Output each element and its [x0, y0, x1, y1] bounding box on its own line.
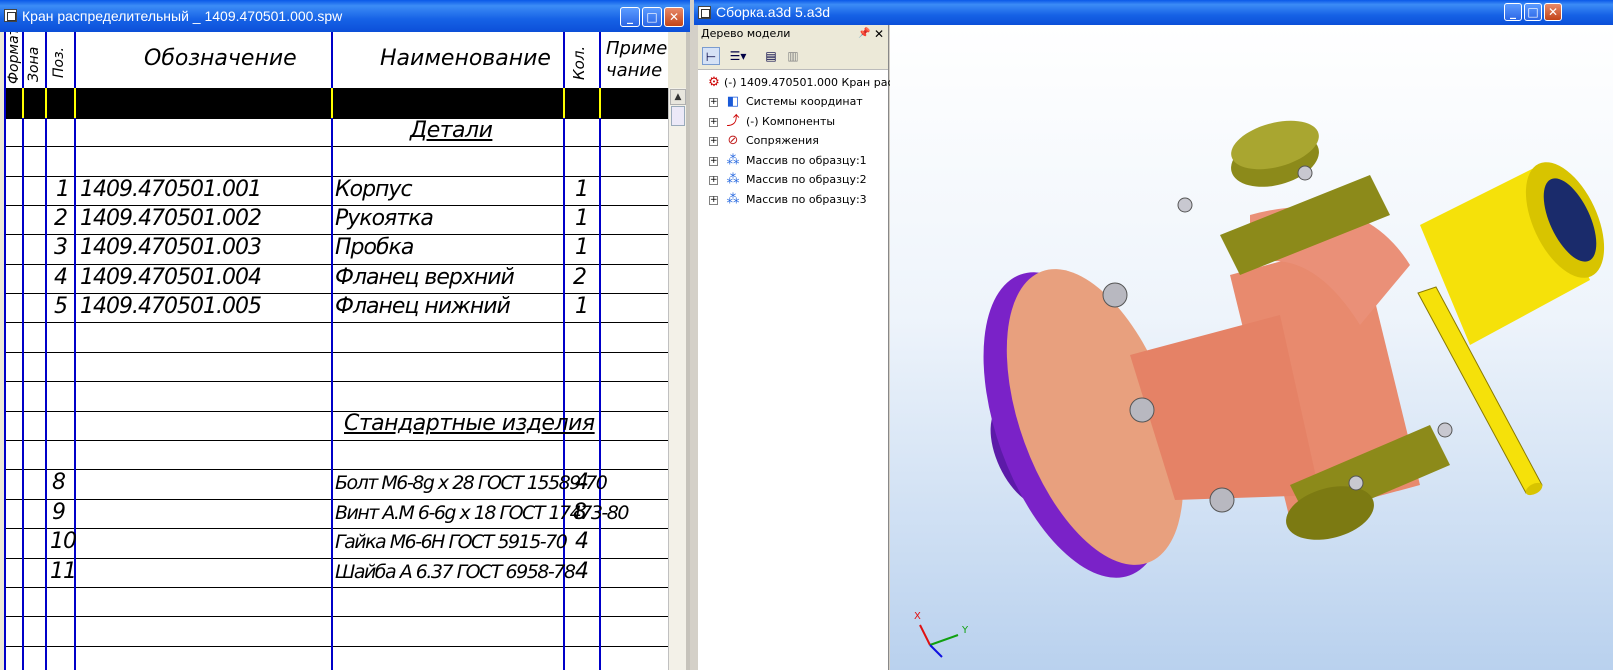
tree-root-node[interactable]: (-) 1409.470501.000 Кран распр [724, 75, 908, 91]
part-name: Фланец нижний [335, 294, 511, 319]
model-tree-title: Дерево модели [701, 27, 791, 40]
expand-icon[interactable]: + [709, 137, 718, 146]
tree-node[interactable]: Массив по образцу:2 [746, 172, 867, 188]
standard-pos: 9 [52, 500, 66, 525]
coordinate-systems-icon: ◧ [726, 94, 740, 109]
assembly-root-icon: ⚙ [708, 75, 720, 90]
model-tree: ⚙ (-) 1409.470501.000 Кран распр + ◧ Сис… [698, 71, 908, 670]
tree-node[interactable]: Сопряжения [746, 133, 819, 149]
tree-node[interactable]: Системы координат [746, 94, 863, 110]
part-designation: 1409.470501.001 [80, 177, 262, 202]
model-tree-toolbar: ⊢ ☰▾ ▤ ▥ [698, 43, 888, 70]
maximize-button[interactable]: □ [642, 7, 662, 27]
expand-icon[interactable]: + [709, 98, 718, 107]
assembly-window: Сборка.a3d 5.a3d _ □ ✕ Дерево модели 📌 ✕… [694, 0, 1613, 670]
part-pos: 3 [54, 235, 68, 260]
part-designation: 1409.470501.003 [80, 235, 262, 260]
header-zone: Зона [26, 46, 42, 82]
selected-row-bar[interactable] [4, 88, 668, 118]
3d-viewport[interactable]: X Y [890, 25, 1613, 670]
tree-node[interactable]: Массив по образцу:3 [746, 192, 867, 208]
assembly-window-title: Сборка.a3d 5.a3d [716, 4, 831, 20]
part-name: Рукоятка [335, 206, 434, 231]
standard-qty: 4 [575, 559, 589, 584]
specification-window: Кран распределительный _ 1409.470501.000… [0, 0, 690, 670]
close-button[interactable]: ✕ [664, 7, 684, 27]
part-designation: 1409.470501.005 [80, 294, 262, 319]
standard-qty: 4 [575, 529, 589, 554]
standard-name: Шайба А 6.37 ГОСТ 6958-78 [335, 561, 576, 583]
section-title-standard: Стандартные изделия [344, 411, 595, 436]
part-designation: 1409.470501.002 [80, 206, 262, 231]
window-border [686, 32, 690, 670]
minimize-button[interactable]: _ [1504, 3, 1522, 21]
standard-qty: 4 [575, 470, 589, 495]
document-icon [4, 9, 17, 22]
section-title-parts: Детали [410, 118, 493, 143]
part-name: Фланец верхний [335, 265, 515, 290]
pattern-icon: ⁂ [726, 172, 740, 187]
tree-properties-icon[interactable]: ▤ [762, 47, 780, 65]
expand-icon[interactable]: + [709, 118, 718, 127]
part-pos: 1 [56, 177, 70, 202]
pattern-icon: ⁂ [726, 192, 740, 207]
vertical-scrollbar[interactable]: ▲ [668, 88, 687, 670]
spec-titlebar[interactable]: Кран распределительный _ 1409.470501.000… [0, 0, 690, 32]
spec-window-title: Кран распределительный _ 1409.470501.000… [22, 8, 343, 24]
part-qty: 1 [575, 235, 589, 260]
header-format: Формат [6, 32, 22, 84]
header-qty: Кол. [570, 45, 588, 80]
tree-node[interactable]: (-) Компоненты [746, 114, 835, 130]
part-qty: 1 [575, 206, 589, 231]
standard-pos: 10 [50, 529, 77, 554]
tree-report-icon[interactable]: ▥ [784, 47, 802, 65]
part-pos: 4 [54, 265, 68, 290]
specification-sheet[interactable]: Формат Зона Поз. Обозначение Наименовани… [4, 32, 668, 670]
scroll-up-arrow-icon[interactable]: ▲ [670, 89, 686, 105]
expand-icon[interactable]: + [709, 176, 718, 185]
model-tree-panel: Дерево модели 📌 ✕ ⊢ ☰▾ ▤ ▥ ⚙ (-) 1409.47… [698, 25, 908, 670]
maximize-button[interactable]: □ [1524, 3, 1542, 21]
header-name: Наименование [380, 46, 551, 71]
minimize-button[interactable]: _ [620, 7, 640, 27]
expand-icon[interactable]: + [709, 157, 718, 166]
components-icon: ⤴ [726, 114, 740, 129]
scroll-thumb[interactable] [671, 106, 685, 126]
tree-node[interactable]: Массив по образцу:1 [746, 153, 867, 169]
part-qty: 1 [575, 177, 589, 202]
close-button[interactable]: ✕ [1544, 3, 1562, 21]
standard-name: Гайка М6-6Н ГОСТ 5915-70 [335, 531, 568, 553]
part-name: Пробка [335, 235, 414, 260]
header-note-line2: чание [606, 60, 663, 81]
part-designation: 1409.470501.004 [80, 265, 262, 290]
part-name: Корпус [335, 177, 413, 202]
part-qty: 2 [573, 265, 587, 290]
header-note-line1: Приме- [606, 38, 668, 59]
axis-triad [919, 624, 959, 658]
tree-view-mode-icon[interactable]: ☰▾ [724, 47, 752, 65]
tree-structure-icon[interactable]: ⊢ [702, 47, 720, 65]
standard-qty: 8 [573, 500, 587, 525]
part-qty: 1 [575, 294, 589, 319]
standard-name: Болт М6-8g x 28 ГОСТ 15589-70 [335, 472, 608, 494]
valve-assembly-model [919, 120, 1605, 658]
assembly-document-icon [698, 6, 711, 19]
axis-x-label: X [914, 611, 921, 622]
part-pos: 5 [54, 294, 68, 319]
close-icon[interactable]: ✕ [874, 25, 884, 43]
header-pos: Поз. [51, 47, 67, 78]
axis-y-label: Y [962, 625, 969, 636]
standard-pos: 8 [52, 470, 66, 495]
assembly-titlebar[interactable]: Сборка.a3d 5.a3d _ □ ✕ [694, 0, 1613, 25]
expand-icon[interactable]: + [709, 196, 718, 205]
mates-icon: ⊘ [727, 133, 739, 148]
header-designation: Обозначение [144, 46, 297, 71]
model-tree-header: Дерево модели 📌 ✕ [698, 25, 888, 43]
pin-icon[interactable]: 📌 [858, 25, 870, 43]
standard-pos: 11 [50, 559, 77, 584]
pattern-icon: ⁂ [726, 153, 740, 168]
part-pos: 2 [54, 206, 68, 231]
